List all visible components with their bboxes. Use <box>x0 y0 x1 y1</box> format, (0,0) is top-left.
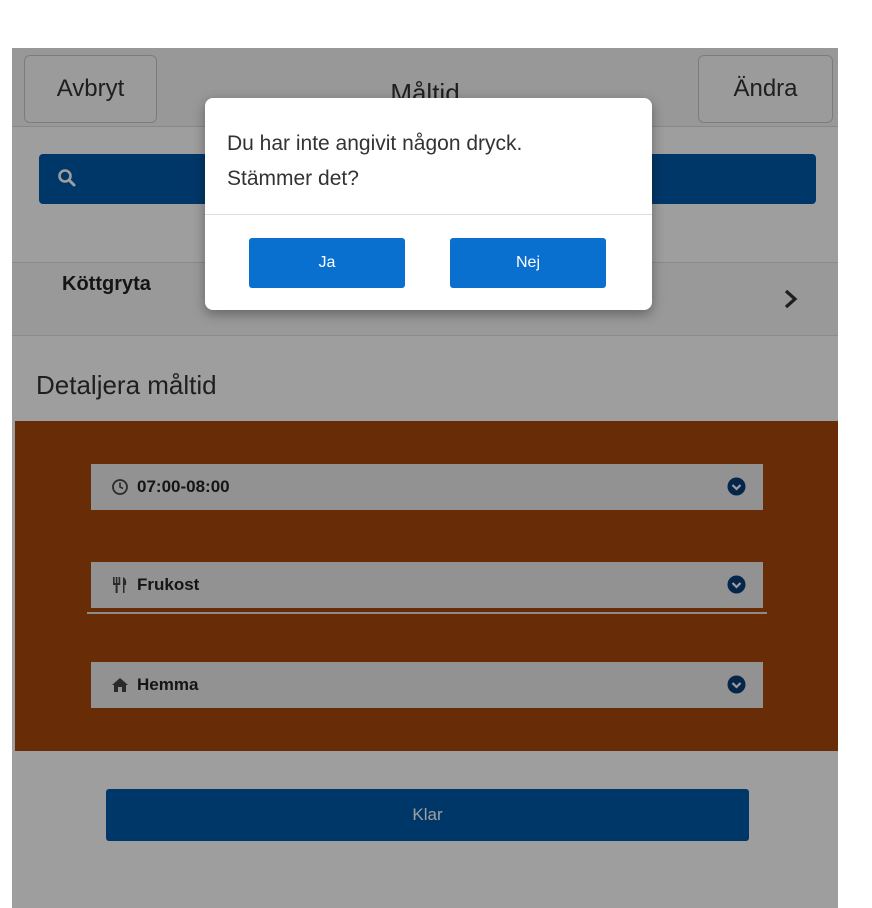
yes-button[interactable]: Ja <box>249 238 405 288</box>
dialog-message: Du har inte angivit någon dryck. Stämmer… <box>227 126 627 196</box>
confirm-dialog: Du har inte angivit någon dryck. Stämmer… <box>205 98 652 310</box>
page: Avbryt Måltid Ändra Köttgryta Detaljera … <box>0 0 872 908</box>
dialog-divider <box>205 214 652 215</box>
dialog-message-line-2: Stämmer det? <box>227 167 359 190</box>
no-button[interactable]: Nej <box>450 238 606 288</box>
dialog-message-line-1: Du har inte angivit någon dryck. <box>227 132 523 155</box>
